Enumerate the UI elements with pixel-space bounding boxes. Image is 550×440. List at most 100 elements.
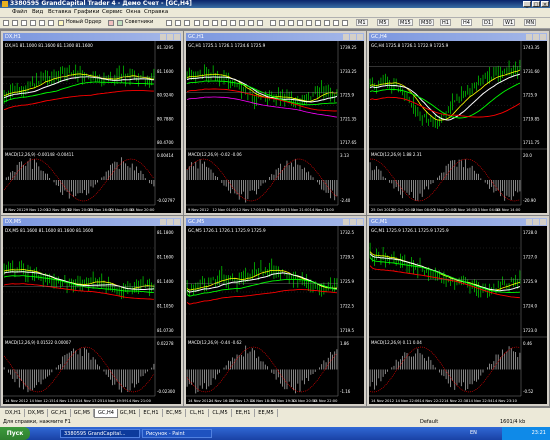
channel-icon[interactable]	[315, 20, 321, 26]
chart-window-title[interactable]: DX,M5	[3, 218, 181, 226]
menu-insert[interactable]: Вставка	[48, 9, 71, 15]
chart-window-gc-h4[interactable]: GC,H4 GC,H4 1725.8 1726.1 1722.9 1725.9 1…	[367, 31, 549, 215]
tab-ec-h1[interactable]: EC,H1	[140, 409, 163, 417]
menu-view[interactable]: Вид	[32, 9, 43, 15]
menu-file[interactable]: Файл	[12, 9, 27, 15]
autoscroll-icon[interactable]	[221, 20, 227, 26]
window-minimize-icon[interactable]	[160, 219, 166, 225]
menu-tools[interactable]: Сервис	[102, 9, 123, 15]
chart-window-dx-m5[interactable]: DX,M5 DX,M5 81.1600 81.1600 81.1600 81.1…	[1, 216, 183, 406]
chart-window-dx-h1[interactable]: DX,H1 DX,H1 81.1000 81.1600 81.1300 81.1…	[1, 31, 183, 215]
taskbar-task-terminal[interactable]: 3380595 GrandCapital...	[60, 429, 140, 438]
menu-window[interactable]: Окна	[126, 9, 141, 15]
timeframe-m30[interactable]: M30	[419, 19, 434, 26]
tab-gc-h1[interactable]: GC,H1	[48, 409, 71, 417]
window-close-icon[interactable]	[540, 219, 546, 225]
tab-cl-m5[interactable]: CL,M5	[209, 409, 232, 417]
timeframe-d1[interactable]: D1	[482, 19, 494, 26]
window-close-icon[interactable]	[357, 34, 363, 40]
zoom-out-icon[interactable]	[203, 20, 209, 26]
window-maximize-icon[interactable]	[167, 219, 173, 225]
timeframe-mn[interactable]: MN	[524, 19, 537, 26]
chart-canvas[interactable]: GC,H4 1725.8 1726.1 1722.9 1725.9 1743.35…	[369, 41, 547, 213]
chart-window-gc-m1[interactable]: GC,M1 GC,M1 1725.9 1726.1 1725.9 1725.9 1…	[367, 216, 549, 406]
metaeditor-icon[interactable]	[108, 20, 114, 26]
vertical-line-icon[interactable]	[288, 20, 294, 26]
profiles-icon[interactable]	[12, 20, 18, 26]
zoom-in-icon[interactable]	[194, 20, 200, 26]
chart-window-title[interactable]: DX,H1	[3, 33, 181, 41]
minimize-button[interactable]: _	[523, 1, 531, 8]
new-order-icon[interactable]	[58, 20, 64, 26]
window-minimize-icon[interactable]	[343, 34, 349, 40]
templates-icon[interactable]	[257, 20, 263, 26]
timeframe-m5[interactable]: M5	[377, 19, 389, 26]
crosshair-icon[interactable]	[270, 20, 276, 26]
new-order-button[interactable]: Новый Ордер	[66, 19, 101, 26]
chart-shift-icon[interactable]	[230, 20, 236, 26]
chart-canvas[interactable]: DX,M5 81.1600 81.1600 81.1600 81.1600 81.…	[3, 226, 181, 404]
window-maximize-icon[interactable]	[533, 34, 539, 40]
chart-window-title[interactable]: GC,H1	[186, 33, 364, 41]
maximize-button[interactable]: □	[532, 1, 540, 8]
tab-dx-m5[interactable]: DX,M5	[25, 409, 48, 417]
window-maximize-icon[interactable]	[167, 34, 173, 40]
line-chart-icon[interactable]	[184, 20, 190, 26]
tab-cl-h1[interactable]: CL,H1	[186, 409, 209, 417]
chart-window-gc-m5[interactable]: GC,M5 GC,M5 1726.1 1726.1 1725.9 1725.9 1…	[184, 216, 366, 406]
window-minimize-icon[interactable]	[160, 34, 166, 40]
horizontal-line-icon[interactable]	[297, 20, 303, 26]
periods-icon[interactable]	[248, 20, 254, 26]
chart-window-gc-h1[interactable]: GC,H1 GC,H1 1725.1 1726.1 1724.6 1725.9 1…	[184, 31, 366, 215]
timeframe-w1[interactable]: W1	[503, 19, 516, 26]
new-chart-icon[interactable]	[3, 20, 9, 26]
window-minimize-icon[interactable]	[526, 34, 532, 40]
experts-icon[interactable]	[117, 20, 123, 26]
tab-ee-m5[interactable]: EE,M5	[255, 409, 278, 417]
chart-window-title[interactable]: GC,M5	[186, 218, 364, 226]
indicators-icon[interactable]	[239, 20, 245, 26]
window-minimize-icon[interactable]	[526, 219, 532, 225]
chart-canvas[interactable]: GC,M5 1726.1 1726.1 1725.9 1725.9 1732.5 1…	[186, 226, 364, 404]
tab-ee-h1[interactable]: EE,H1	[232, 409, 255, 417]
tile-windows-icon[interactable]	[212, 20, 218, 26]
timeframe-h1[interactable]: H1	[440, 19, 451, 26]
tab-gc-h4[interactable]: GC,H4	[94, 409, 118, 418]
window-minimize-icon[interactable]	[343, 219, 349, 225]
tab-ec-m5[interactable]: EC,M5	[163, 409, 186, 417]
experts-button[interactable]: Советники	[125, 19, 153, 26]
timeframe-m1[interactable]: M1	[356, 19, 368, 26]
menu-charts[interactable]: Графики	[74, 9, 99, 15]
chart-canvas[interactable]: DX,H1 81.1000 81.1600 81.1300 81.1600 81.…	[3, 41, 181, 213]
start-button[interactable]: Пуск	[0, 427, 30, 440]
window-maximize-icon[interactable]	[533, 219, 539, 225]
arrows-icon[interactable]	[342, 20, 348, 26]
taskbar-task-paint[interactable]: Рисунок - Paint	[142, 429, 212, 438]
chart-canvas[interactable]: GC,H1 1725.1 1726.1 1724.6 1725.9 1739.25…	[186, 41, 364, 213]
chart-window-title[interactable]: GC,H4	[369, 33, 547, 41]
terminal-icon[interactable]	[39, 20, 45, 26]
timeframe-m15[interactable]: M15	[398, 19, 413, 26]
chart-canvas[interactable]: GC,M1 1725.9 1726.1 1725.9 1725.9 1728.0 1…	[369, 226, 547, 404]
navigator-icon[interactable]	[30, 20, 36, 26]
candlestick-icon[interactable]	[175, 20, 181, 26]
window-close-icon[interactable]	[540, 34, 546, 40]
menu-help[interactable]: Справка	[144, 9, 168, 15]
tab-gc-m5[interactable]: GC,M5	[71, 409, 94, 417]
window-close-icon[interactable]	[174, 219, 180, 225]
chart-window-title[interactable]: GC,M1	[369, 218, 547, 226]
window-maximize-icon[interactable]	[350, 34, 356, 40]
language-indicator[interactable]: EN	[470, 430, 477, 436]
market-watch-icon[interactable]	[21, 20, 27, 26]
timeframe-h4[interactable]: H4	[461, 19, 472, 26]
strategy-tester-icon[interactable]	[48, 20, 54, 26]
tab-gc-m1[interactable]: GC,M1	[117, 409, 140, 417]
tab-dx-h1[interactable]: DX,H1	[2, 409, 25, 417]
text-icon[interactable]	[333, 20, 339, 26]
window-close-icon[interactable]	[174, 34, 180, 40]
window-maximize-icon[interactable]	[350, 219, 356, 225]
trendline-icon[interactable]	[306, 20, 312, 26]
cursor-icon[interactable]	[279, 20, 285, 26]
bar-chart-icon[interactable]	[166, 20, 172, 26]
close-button[interactable]: ×	[541, 1, 549, 8]
